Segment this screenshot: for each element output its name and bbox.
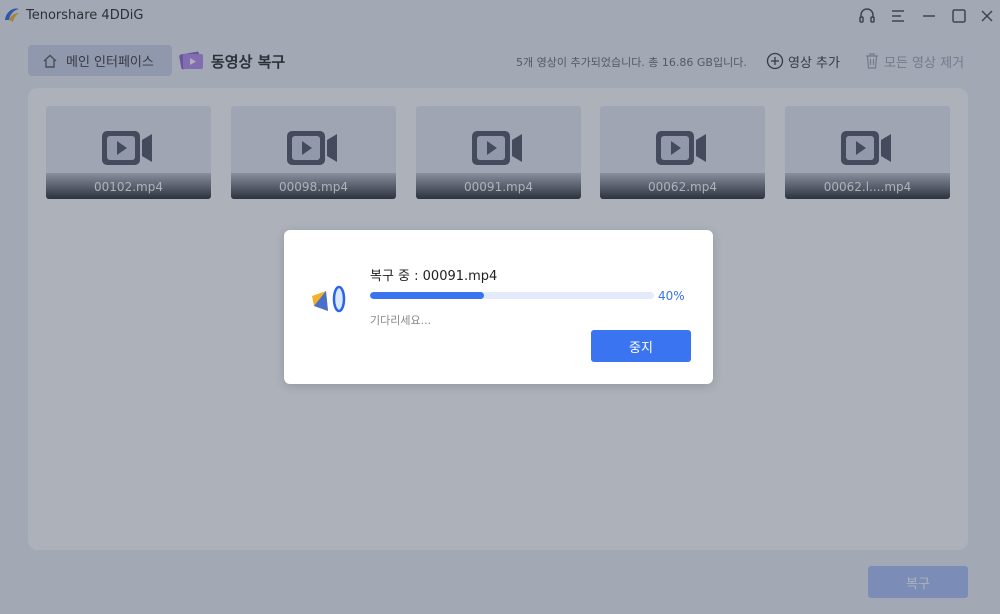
stop-button[interactable]: 중지: [591, 330, 691, 362]
recovery-progress-dialog: 복구 중 : 00091.mp4 40% 기다리세요... 중지: [284, 230, 713, 384]
progress-label: 복구 중 : 00091.mp4: [370, 269, 498, 284]
progress-bar-fill: [370, 292, 484, 299]
wait-message: 기다리세요...: [370, 314, 432, 327]
progress-bar: [370, 292, 654, 299]
recovery-animation-icon: [312, 285, 346, 313]
progress-percent: 40%: [658, 289, 685, 303]
